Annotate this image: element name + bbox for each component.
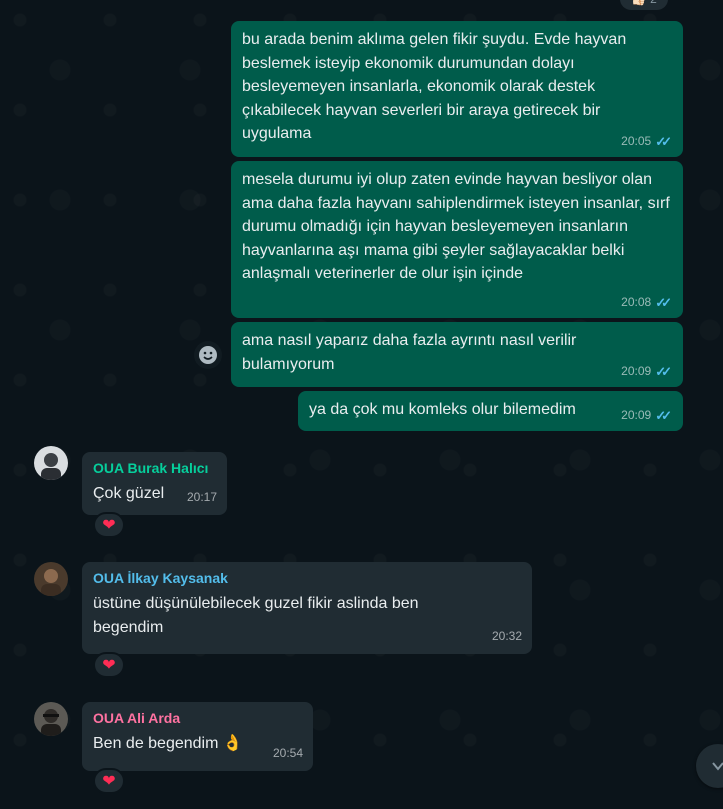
double-check-icon: ✓✓ (655, 407, 672, 423)
double-check-icon: ✓✓ (655, 133, 672, 149)
message-meta: 20:17 (187, 485, 217, 509)
message-time: 20:05 (621, 133, 652, 148)
message-text: mesela durumu iyi olup zaten evinde hayv… (242, 171, 670, 282)
heart-icon: ❤ (102, 657, 116, 674)
avatar[interactable] (34, 446, 68, 480)
message-time: 20:54 (272, 746, 303, 760)
message-time: 20:32 (491, 629, 522, 643)
message-text: Ben de begendim 👌 (93, 735, 243, 752)
message-text: Çok güzel (93, 485, 165, 502)
message-text: ya da çok mu komleks olur bilemedim (309, 401, 576, 418)
sender-name[interactable]: OUA İlkay Kaysanak (93, 568, 522, 588)
message-meta: 20:05 ✓✓ (621, 130, 672, 154)
heart-reaction[interactable]: ❤ (93, 768, 125, 794)
outgoing-message[interactable]: mesela durumu iyi olup zaten evinde hayv… (231, 161, 683, 318)
outgoing-message[interactable]: ya da çok mu komleks olur bilemedim 20:0… (298, 391, 683, 431)
heart-reaction[interactable]: ❤ (93, 512, 125, 538)
outgoing-message[interactable]: bu arada benim aklıma gelen fikir şuydu.… (231, 21, 683, 157)
sender-name[interactable]: OUA Ali Arda (93, 708, 303, 728)
sender-name[interactable]: OUA Burak Halıcı (93, 458, 217, 478)
outgoing-message[interactable]: ama nasıl yaparız daha fazla ayrıntı nas… (231, 322, 683, 387)
react-button[interactable] (194, 341, 222, 369)
heart-reaction[interactable]: ❤ (93, 652, 125, 678)
message-meta: 20:08 ✓✓ (621, 291, 672, 315)
avatar[interactable] (34, 702, 68, 736)
reaction-badge[interactable]: 👍🏻 2 (620, 0, 668, 10)
incoming-message[interactable]: OUA Ali Arda Ben de begendim 👌 20:54 (82, 702, 313, 771)
smiley-icon (199, 346, 217, 364)
incoming-message[interactable]: OUA Burak Halıcı Çok güzel 20:17 (82, 452, 227, 515)
reaction-emoji: 👍🏻 (631, 0, 646, 6)
message-time: 20:08 (621, 294, 652, 309)
message-text: üstüne düşünülebilecek guzel fikir aslin… (93, 595, 419, 636)
message-time: 20:09 (621, 407, 652, 422)
incoming-message[interactable]: OUA İlkay Kaysanak üstüne düşünülebilece… (82, 562, 532, 654)
reaction-count: 2 (650, 0, 657, 6)
message-text: bu arada benim aklıma gelen fikir şuydu.… (242, 31, 627, 142)
heart-icon: ❤ (102, 773, 116, 790)
message-time: 20:09 (621, 363, 652, 378)
message-text: ama nasıl yaparız daha fazla ayrıntı nas… (242, 332, 577, 373)
message-time: 20:17 (186, 490, 217, 504)
message-meta: 20:32 (492, 624, 522, 648)
message-meta: 20:09 ✓✓ (621, 404, 672, 428)
message-meta: 20:54 (273, 741, 303, 765)
avatar[interactable] (34, 562, 68, 596)
chevron-down-icon (712, 762, 723, 771)
message-meta: 20:09 ✓✓ (621, 360, 672, 384)
heart-icon: ❤ (102, 517, 116, 534)
double-check-icon: ✓✓ (655, 363, 672, 379)
double-check-icon: ✓✓ (655, 294, 672, 310)
